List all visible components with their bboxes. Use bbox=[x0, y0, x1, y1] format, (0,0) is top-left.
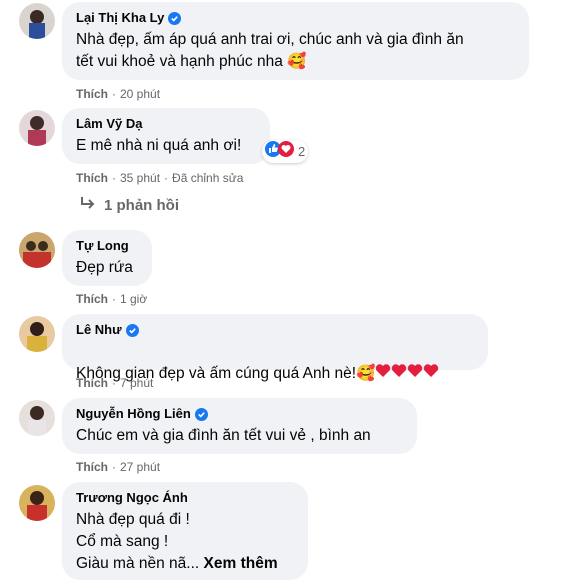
comment-meta: Thích · 27 phút bbox=[76, 460, 161, 474]
comment-meta: Thích · 35 phút · Đã chỉnh sửa bbox=[76, 171, 244, 185]
comment-bubble: Nguyễn Hồng Liên Chúc em và gia đình ăn … bbox=[62, 398, 417, 454]
comment-bubble: Lâm Vỹ Dạ E mê nhà ni quá anh ơi! bbox=[62, 108, 270, 164]
heart-icon bbox=[392, 364, 407, 377]
reply-arrow-icon bbox=[80, 196, 96, 214]
view-replies-link[interactable]: 1 phản hồi bbox=[80, 196, 179, 214]
like-button[interactable]: Thích bbox=[76, 376, 108, 390]
avatar[interactable] bbox=[19, 232, 55, 268]
comment-meta: Thích · 1 giờ bbox=[76, 292, 148, 306]
timestamp[interactable]: 1 giờ bbox=[120, 292, 147, 306]
avatar[interactable] bbox=[19, 316, 55, 352]
comment-text: E mê nhà ni quá anh ơi! bbox=[76, 137, 242, 154]
timestamp[interactable]: 20 phút bbox=[120, 87, 160, 101]
verified-badge-icon bbox=[168, 11, 182, 25]
avatar[interactable] bbox=[19, 485, 55, 521]
verified-badge-icon bbox=[194, 407, 208, 421]
see-more-link[interactable]: Xem thêm bbox=[204, 555, 278, 572]
commenter-name[interactable]: Trương Ngọc Ánh bbox=[76, 490, 296, 506]
commenter-name[interactable]: Nguyễn Hồng Liên bbox=[76, 406, 405, 422]
love-reaction-icon bbox=[278, 141, 294, 162]
verified-badge-icon bbox=[125, 323, 139, 337]
comment-text: Đẹp rứa bbox=[76, 259, 133, 276]
heart-icon bbox=[376, 364, 391, 377]
commenter-name[interactable]: Lâm Vỹ Dạ bbox=[76, 116, 258, 132]
comment-bubble: Lê Như Không gian đẹp và ấm cúng quá Anh… bbox=[62, 314, 488, 382]
avatar[interactable] bbox=[19, 3, 55, 39]
heart-icon bbox=[408, 364, 423, 377]
avatar[interactable] bbox=[19, 110, 55, 146]
comment-text: Chúc em và gia đình ăn tết vui vẻ , bình… bbox=[76, 427, 371, 444]
timestamp[interactable]: 7 phút bbox=[120, 376, 153, 390]
like-button[interactable]: Thích bbox=[76, 460, 108, 474]
timestamp[interactable]: 27 phút bbox=[120, 460, 160, 474]
comment-bubble: Trương Ngọc Ánh Nhà đẹp quá đi ! Cổ mà sa… bbox=[62, 482, 308, 580]
like-button[interactable]: Thích bbox=[76, 171, 108, 185]
timestamp[interactable]: 35 phút bbox=[120, 171, 160, 185]
comment-meta: Thích · 20 phút bbox=[76, 87, 161, 101]
like-button[interactable]: Thích bbox=[76, 292, 108, 306]
comment-bubble: Lại Thị Kha Ly Nhà đẹp, ấm áp quá anh tr… bbox=[62, 2, 529, 80]
commenter-name[interactable]: Tự Long bbox=[76, 238, 140, 254]
comment-text: Nhà đẹp, ấm áp quá anh trai ơi, chúc anh… bbox=[76, 31, 464, 70]
comment-bubble: Tự Long Đẹp rứa bbox=[62, 230, 152, 286]
edited-label: Đã chỉnh sửa bbox=[172, 171, 244, 185]
comment-meta: Thích · 7 phút bbox=[76, 376, 154, 390]
reaction-summary[interactable]: 2 bbox=[262, 140, 309, 163]
avatar[interactable] bbox=[19, 400, 55, 436]
comment-text: Nhà đẹp quá đi ! Cổ mà sang ! Giàu mà nền … bbox=[76, 511, 278, 572]
commenter-name[interactable]: Lại Thị Kha Ly bbox=[76, 10, 517, 26]
heart-icon bbox=[424, 364, 439, 377]
like-button[interactable]: Thích bbox=[76, 87, 108, 101]
reaction-count: 2 bbox=[298, 144, 306, 159]
commenter-name[interactable]: Lê Như bbox=[76, 322, 476, 338]
